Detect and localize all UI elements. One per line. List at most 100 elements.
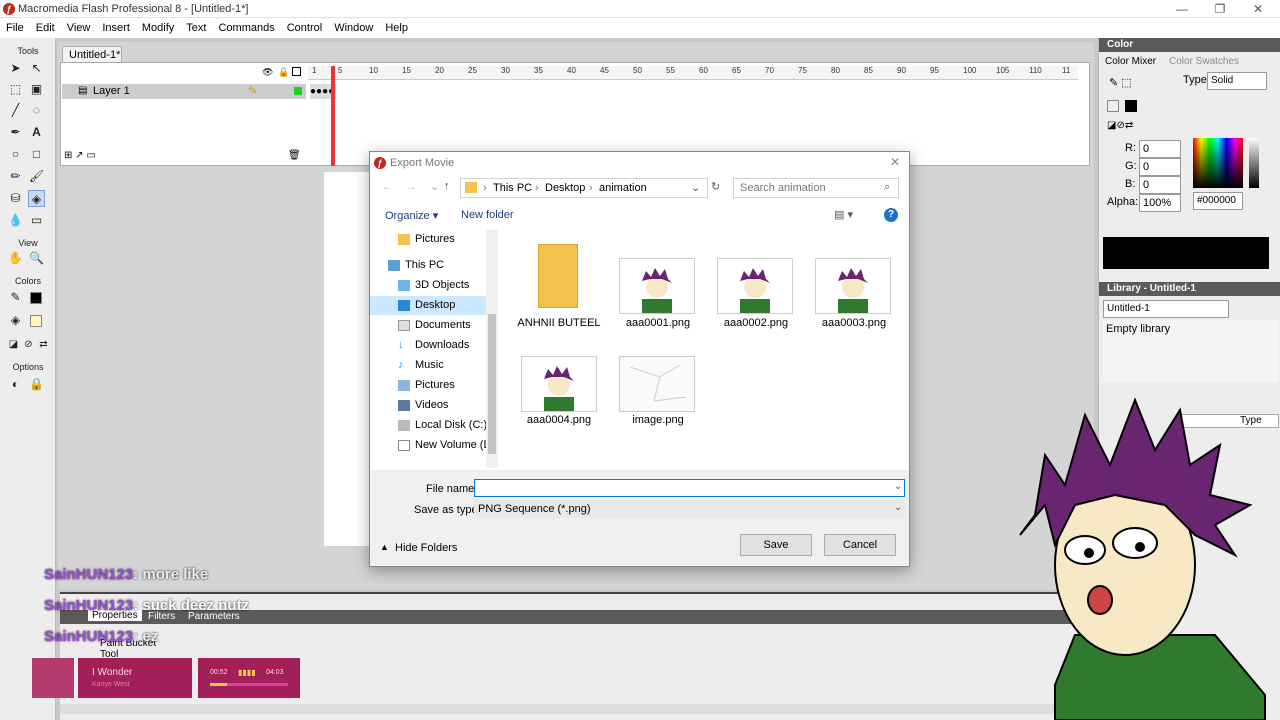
nav-downloads[interactable]: ↓ Downloads: [398, 336, 469, 355]
nav-pictures[interactable]: Pictures: [398, 376, 455, 395]
lasso-tool-icon[interactable]: ◌: [28, 102, 45, 119]
outline-icon[interactable]: [292, 67, 301, 76]
file-name-chevron-icon[interactable]: ⌄: [894, 481, 902, 492]
stroke-color-icon[interactable]: ✎: [7, 289, 24, 306]
pen-tool-icon[interactable]: ✒: [7, 124, 24, 141]
stroke-color-swatch[interactable]: [30, 292, 42, 304]
file-thumb-aaa0001[interactable]: [619, 258, 695, 314]
save-type-chevron-icon[interactable]: ⌄: [894, 502, 902, 513]
ink-bottle-icon[interactable]: ⛁: [7, 190, 24, 207]
swap-colors-icon[interactable]: ⇄: [35, 336, 52, 353]
fill-swatch[interactable]: [1125, 100, 1137, 112]
chevron-down-icon[interactable]: ⌄: [691, 181, 700, 194]
menu-text[interactable]: Text: [180, 18, 212, 38]
breadcrumb-desktop[interactable]: Desktop: [545, 182, 585, 194]
breadcrumb-this-pc[interactable]: This PC: [493, 182, 532, 194]
menu-window[interactable]: Window: [328, 18, 379, 38]
minimize-button[interactable]: —: [1168, 2, 1196, 16]
recent-icon[interactable]: ⌄: [430, 180, 439, 193]
address-bar[interactable]: › This PC › Desktop › animation ⌄: [460, 178, 708, 198]
document-tab[interactable]: Untitled-1*: [62, 46, 122, 62]
menu-commands[interactable]: Commands: [212, 18, 280, 38]
swap-icon[interactable]: ◪⊘⇄: [1107, 120, 1133, 131]
fill-icon[interactable]: [1107, 100, 1119, 112]
view-options-icon[interactable]: ▤ ▾: [834, 208, 853, 221]
organize-button[interactable]: Organize ▾: [385, 209, 438, 222]
horizontal-scrollbar[interactable]: [60, 704, 1092, 714]
menu-insert[interactable]: Insert: [96, 18, 136, 38]
back-icon[interactable]: ←: [382, 181, 393, 193]
rectangle-tool-icon[interactable]: □: [28, 146, 45, 163]
hide-folders-button[interactable]: Hide Folders: [395, 542, 457, 554]
fill-color-swatch[interactable]: [30, 315, 42, 327]
free-transform-icon[interactable]: ⬚: [7, 81, 24, 98]
b-input[interactable]: 0: [1139, 176, 1181, 194]
library-panel-header[interactable]: Library - Untitled-1: [1099, 282, 1280, 296]
lock-fill-icon[interactable]: 🔒: [28, 376, 45, 393]
file-name-input[interactable]: [474, 479, 905, 497]
save-button[interactable]: Save: [740, 534, 812, 556]
menu-view[interactable]: View: [61, 18, 97, 38]
refresh-icon[interactable]: ↻: [711, 180, 720, 193]
stroke-icon[interactable]: ✎ ⬚: [1109, 76, 1132, 89]
nav-documents[interactable]: Documents: [398, 316, 471, 335]
color-panel-header[interactable]: Color: [1099, 38, 1280, 52]
r-input[interactable]: 0: [1139, 140, 1181, 158]
nav-videos[interactable]: Videos: [398, 396, 448, 415]
line-tool-icon[interactable]: ╱: [7, 102, 24, 119]
eyedropper-icon[interactable]: 💧: [7, 212, 24, 229]
type-select[interactable]: Solid: [1207, 72, 1267, 90]
help-icon[interactable]: ?: [884, 208, 898, 222]
menu-help[interactable]: Help: [379, 18, 414, 38]
lock-icon[interactable]: 🔒: [278, 67, 289, 78]
dialog-close-icon[interactable]: ✕: [890, 155, 900, 169]
cancel-button[interactable]: Cancel: [824, 534, 896, 556]
search-input[interactable]: Search animation: [733, 178, 899, 198]
file-thumb-aaa0004[interactable]: [521, 356, 597, 412]
alpha-input[interactable]: 100%: [1139, 194, 1181, 212]
gap-size-icon[interactable]: ◐: [7, 376, 24, 393]
g-input[interactable]: 0: [1139, 158, 1181, 176]
oval-tool-icon[interactable]: ○: [7, 146, 24, 163]
file-thumb-aaa0003[interactable]: [815, 258, 891, 314]
menu-file[interactable]: File: [0, 18, 30, 38]
playhead[interactable]: [331, 66, 335, 166]
paint-bucket-icon[interactable]: ◈: [28, 190, 45, 207]
hand-tool-icon[interactable]: ✋: [7, 250, 24, 267]
insert-layer-icon[interactable]: ⊞ ↗ ▭: [64, 150, 96, 161]
subselect-tool-icon[interactable]: ↖: [28, 60, 45, 77]
tab-color-mixer[interactable]: Color Mixer: [1105, 56, 1156, 67]
file-thumb-image[interactable]: [619, 356, 695, 412]
layer-row[interactable]: ▤ Layer 1 ✎: [62, 84, 306, 99]
breadcrumb-animation[interactable]: animation: [599, 182, 647, 194]
pencil-tool-icon[interactable]: ✏: [7, 168, 24, 185]
eye-icon[interactable]: 👁: [262, 67, 273, 78]
nav-desktop[interactable]: Desktop: [398, 296, 455, 315]
close-button[interactable]: ✕: [1244, 2, 1272, 16]
nav-this-pc[interactable]: This PC: [388, 256, 444, 275]
menu-control[interactable]: Control: [281, 18, 328, 38]
nav-local-disk[interactable]: Local Disk (C:): [398, 416, 487, 435]
stage-canvas[interactable]: [324, 172, 374, 546]
hide-folders-icon[interactable]: ▲: [380, 542, 389, 552]
eraser-icon[interactable]: ▭: [28, 212, 45, 229]
fill-color-icon[interactable]: ◈: [7, 312, 24, 329]
nav-3d-objects[interactable]: 3D Objects: [398, 276, 469, 295]
brush-tool-icon[interactable]: 🖌: [28, 168, 45, 185]
zoom-tool-icon[interactable]: 🔍: [28, 250, 45, 267]
save-type-select[interactable]: PNG Sequence (*.png): [474, 500, 905, 518]
file-thumb-aaa0002[interactable]: [717, 258, 793, 314]
delete-layer-icon[interactable]: 🗑: [288, 150, 301, 161]
nav-scrollbar[interactable]: [486, 230, 498, 468]
text-tool-icon[interactable]: A: [28, 124, 45, 141]
color-spectrum[interactable]: [1193, 138, 1243, 188]
fill-transform-icon[interactable]: ▣: [28, 81, 45, 98]
nav-new-volume[interactable]: New Volume (D:: [398, 436, 494, 455]
nav-music[interactable]: ♪ Music: [398, 356, 444, 375]
up-icon[interactable]: ↑: [444, 180, 450, 192]
library-doc-select[interactable]: Untitled-1: [1103, 300, 1229, 318]
brightness-slider[interactable]: [1249, 138, 1259, 188]
menu-modify[interactable]: Modify: [136, 18, 180, 38]
tab-color-swatches[interactable]: Color Swatches: [1169, 56, 1239, 67]
menu-edit[interactable]: Edit: [30, 18, 61, 38]
